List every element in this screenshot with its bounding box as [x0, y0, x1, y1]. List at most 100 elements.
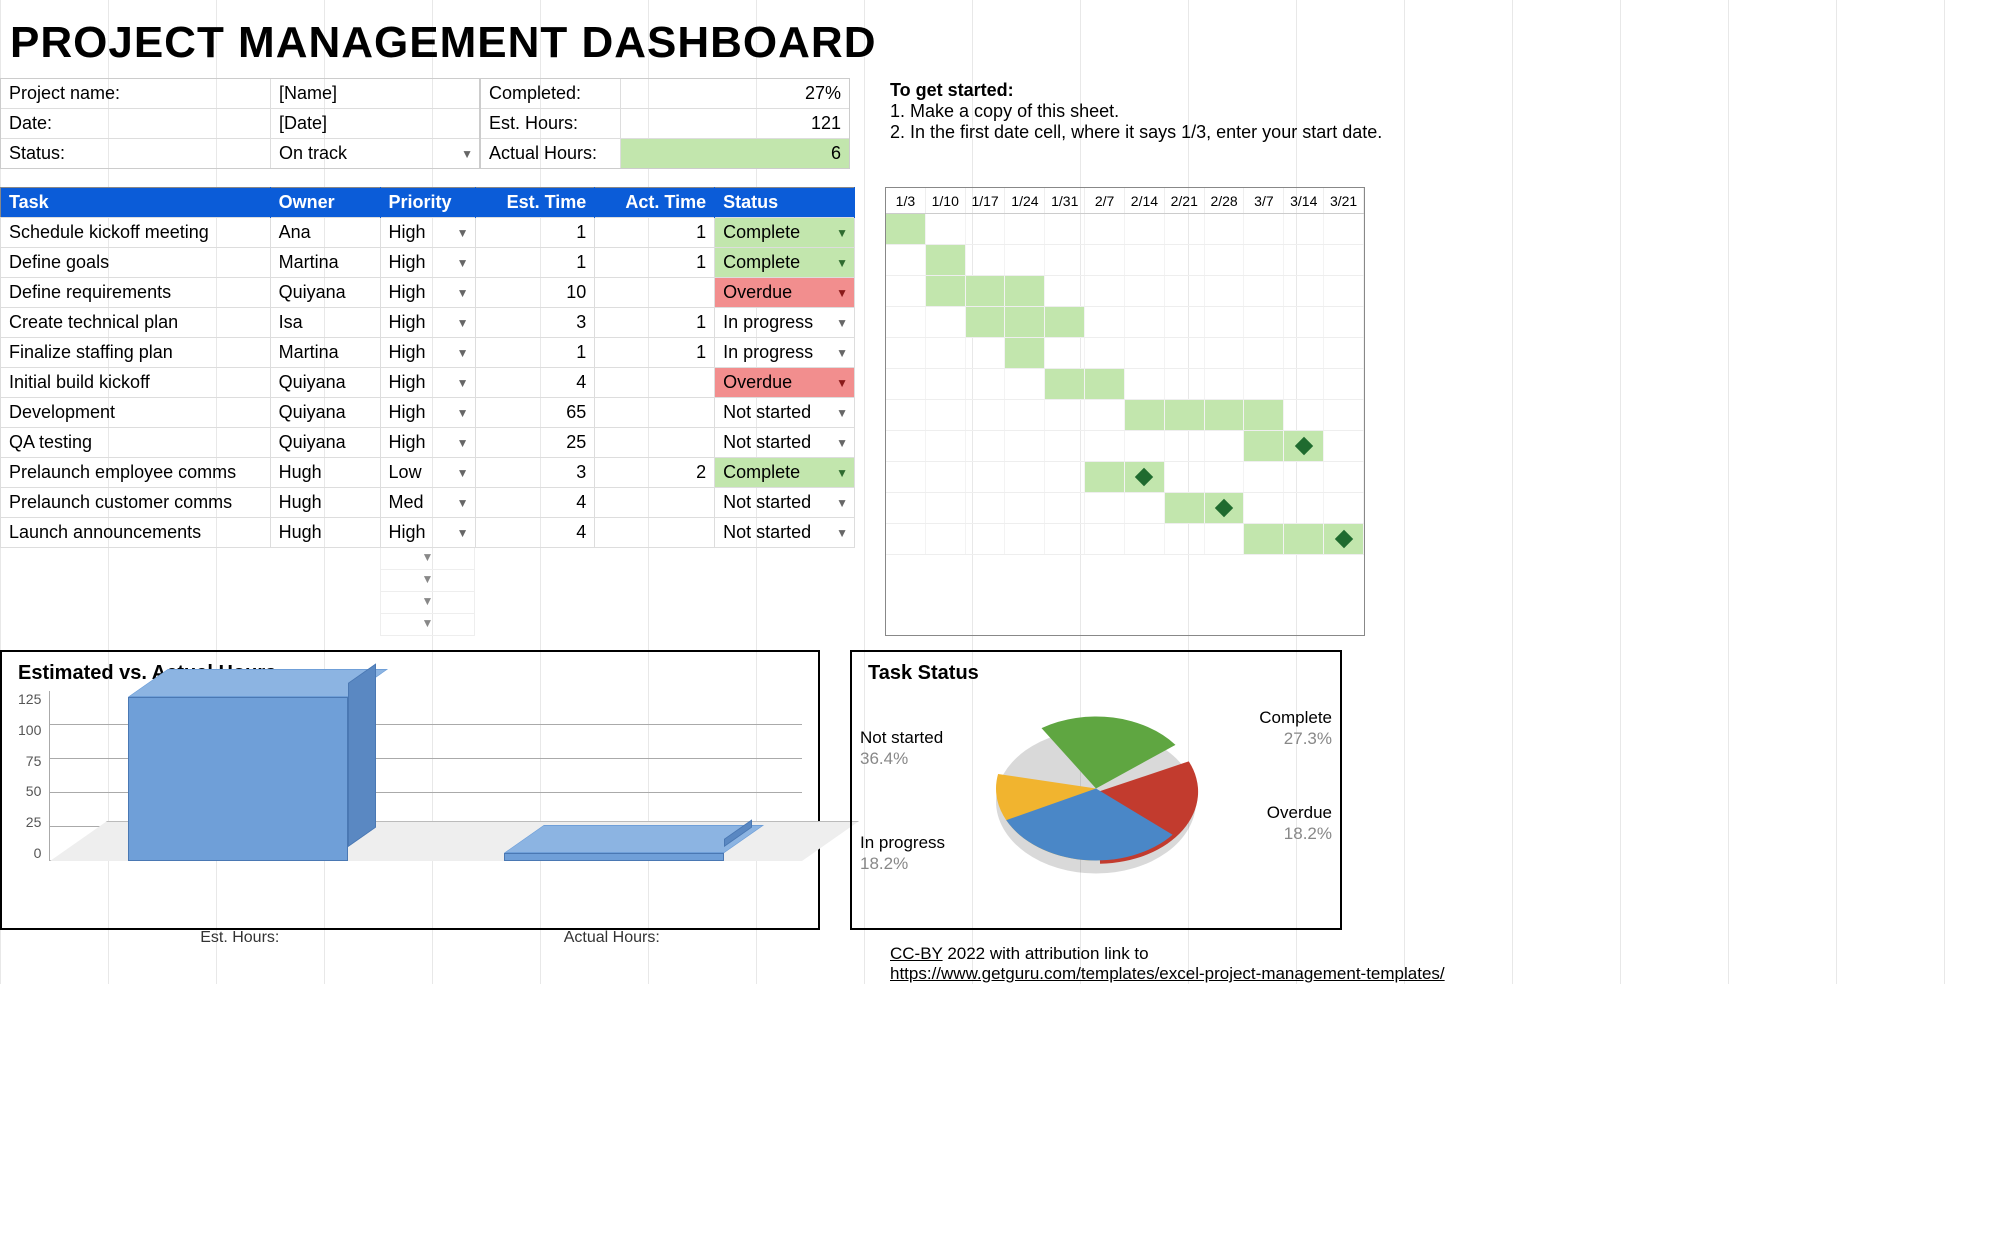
chevron-down-icon[interactable]: ▼ — [457, 436, 469, 450]
est-time-cell[interactable]: 4 — [475, 518, 595, 548]
priority-cell[interactable]: Low▼ — [380, 458, 475, 488]
priority-cell[interactable]: High▼ — [380, 278, 475, 308]
table-row[interactable]: Define requirementsQuiyanaHigh▼10Overdue… — [1, 278, 855, 308]
chevron-down-icon[interactable]: ▼ — [836, 376, 848, 390]
est-time-cell[interactable]: 1 — [475, 248, 595, 278]
chevron-down-icon[interactable]: ▼ — [457, 226, 469, 240]
chevron-down-icon[interactable]: ▼ — [836, 406, 848, 420]
owner-cell[interactable]: Martina — [270, 248, 380, 278]
status-cell[interactable]: Complete▼ — [715, 248, 855, 278]
owner-cell[interactable]: Quiyana — [270, 368, 380, 398]
chevron-down-icon[interactable]: ▼ — [380, 614, 475, 636]
status-cell[interactable]: Overdue▼ — [715, 278, 855, 308]
chevron-down-icon[interactable]: ▼ — [380, 570, 475, 592]
table-row[interactable]: Define goalsMartinaHigh▼11Complete▼ — [1, 248, 855, 278]
table-row[interactable]: QA testingQuiyanaHigh▼25Not started▼ — [1, 428, 855, 458]
priority-cell[interactable]: High▼ — [380, 308, 475, 338]
est-time-cell[interactable]: 10 — [475, 278, 595, 308]
status-cell[interactable]: Not started▼ — [715, 398, 855, 428]
chevron-down-icon[interactable]: ▼ — [380, 548, 475, 570]
priority-cell[interactable]: High▼ — [380, 398, 475, 428]
owner-cell[interactable]: Ana — [270, 218, 380, 248]
chevron-down-icon[interactable]: ▼ — [457, 406, 469, 420]
act-time-cell[interactable] — [595, 278, 715, 308]
chevron-down-icon[interactable]: ▼ — [457, 376, 469, 390]
act-time-cell[interactable]: 2 — [595, 458, 715, 488]
chevron-down-icon[interactable]: ▼ — [457, 526, 469, 540]
chevron-down-icon[interactable]: ▼ — [836, 436, 848, 450]
act-time-cell[interactable] — [595, 368, 715, 398]
task-name-cell[interactable]: Schedule kickoff meeting — [1, 218, 271, 248]
status-cell[interactable]: Complete▼ — [715, 458, 855, 488]
act-time-cell[interactable]: 1 — [595, 218, 715, 248]
task-name-cell[interactable]: Create technical plan — [1, 308, 271, 338]
status-cell[interactable]: Overdue▼ — [715, 368, 855, 398]
chevron-down-icon[interactable]: ▼ — [457, 256, 469, 270]
est-time-cell[interactable]: 3 — [475, 458, 595, 488]
est-time-cell[interactable]: 4 — [475, 488, 595, 518]
status-cell[interactable]: Not started▼ — [715, 518, 855, 548]
col-est-time[interactable]: Est. Time — [475, 188, 595, 218]
priority-cell[interactable]: High▼ — [380, 218, 475, 248]
owner-cell[interactable]: Isa — [270, 308, 380, 338]
task-name-cell[interactable]: Prelaunch employee comms — [1, 458, 271, 488]
chevron-down-icon[interactable]: ▼ — [457, 316, 469, 330]
col-task[interactable]: Task — [1, 188, 271, 218]
table-row[interactable]: Initial build kickoffQuiyanaHigh▼4Overdu… — [1, 368, 855, 398]
col-owner[interactable]: Owner — [270, 188, 380, 218]
chevron-down-icon[interactable]: ▼ — [836, 226, 848, 240]
priority-cell[interactable]: High▼ — [380, 248, 475, 278]
chevron-down-icon[interactable]: ▼ — [461, 147, 473, 161]
owner-cell[interactable]: Quiyana — [270, 398, 380, 428]
priority-cell[interactable]: High▼ — [380, 428, 475, 458]
est-time-cell[interactable]: 3 — [475, 308, 595, 338]
chevron-down-icon[interactable]: ▼ — [457, 286, 469, 300]
act-time-cell[interactable]: 1 — [595, 248, 715, 278]
task-name-cell[interactable]: Launch announcements — [1, 518, 271, 548]
task-name-cell[interactable]: Finalize staffing plan — [1, 338, 271, 368]
chevron-down-icon[interactable]: ▼ — [836, 496, 848, 510]
owner-cell[interactable]: Martina — [270, 338, 380, 368]
project-name-value[interactable]: [Name] — [271, 79, 479, 108]
priority-cell[interactable]: High▼ — [380, 518, 475, 548]
table-row[interactable]: Prelaunch employee commsHughLow▼32Comple… — [1, 458, 855, 488]
task-name-cell[interactable]: Prelaunch customer comms — [1, 488, 271, 518]
owner-cell[interactable]: Hugh — [270, 518, 380, 548]
table-row[interactable]: DevelopmentQuiyanaHigh▼65 Not started▼ — [1, 398, 855, 428]
table-row[interactable]: Launch announcementsHughHigh▼4 Not starte… — [1, 518, 855, 548]
status-cell[interactable]: In progress▼ — [715, 338, 855, 368]
chevron-down-icon[interactable]: ▼ — [836, 526, 848, 540]
col-status[interactable]: Status — [715, 188, 855, 218]
status-cell[interactable]: Not started▼ — [715, 488, 855, 518]
act-time-cell[interactable] — [595, 428, 715, 458]
status-cell[interactable]: In progress▼ — [715, 308, 855, 338]
task-name-cell[interactable]: QA testing — [1, 428, 271, 458]
col-priority[interactable]: Priority — [380, 188, 475, 218]
act-time-cell[interactable] — [595, 398, 715, 428]
priority-cell[interactable]: Med▼ — [380, 488, 475, 518]
footer-link[interactable]: https://www.getguru.com/templates/excel-… — [890, 964, 1445, 983]
table-row[interactable]: Schedule kickoff meetingAnaHigh▼11Comple… — [1, 218, 855, 248]
est-time-cell[interactable]: 1 — [475, 218, 595, 248]
table-row[interactable]: Create technical planIsaHigh▼31In progre… — [1, 308, 855, 338]
chevron-down-icon[interactable]: ▼ — [457, 466, 469, 480]
status-cell[interactable]: Not started▼ — [715, 428, 855, 458]
act-time-cell[interactable]: 1 — [595, 338, 715, 368]
priority-cell[interactable]: High▼ — [380, 338, 475, 368]
est-time-cell[interactable]: 25 — [475, 428, 595, 458]
task-name-cell[interactable]: Define requirements — [1, 278, 271, 308]
task-name-cell[interactable]: Define goals — [1, 248, 271, 278]
owner-cell[interactable]: Hugh — [270, 458, 380, 488]
est-time-cell[interactable]: 4 — [475, 368, 595, 398]
date-value[interactable]: [Date] — [271, 109, 479, 138]
est-time-cell[interactable]: 65 — [475, 398, 595, 428]
chevron-down-icon[interactable]: ▼ — [836, 286, 848, 300]
chevron-down-icon[interactable]: ▼ — [836, 346, 848, 360]
chevron-down-icon[interactable]: ▼ — [836, 256, 848, 270]
task-name-cell[interactable]: Development — [1, 398, 271, 428]
priority-cell[interactable]: High▼ — [380, 368, 475, 398]
status-cell[interactable]: Complete▼ — [715, 218, 855, 248]
chevron-down-icon[interactable]: ▼ — [457, 346, 469, 360]
chevron-down-icon[interactable]: ▼ — [457, 496, 469, 510]
chevron-down-icon[interactable]: ▼ — [380, 592, 475, 614]
